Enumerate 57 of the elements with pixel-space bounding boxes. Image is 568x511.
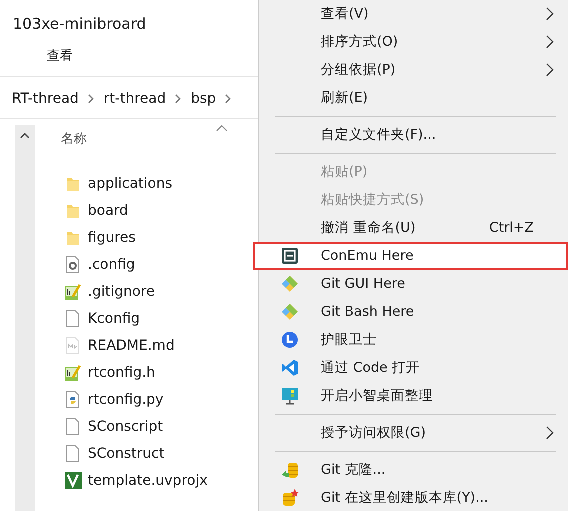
file-name[interactable]: SConscript xyxy=(88,418,164,434)
menu-item[interactable]: 分组依据(P) xyxy=(259,56,568,84)
file-name[interactable]: Kconfig xyxy=(88,310,140,326)
column-header[interactable]: 名称 xyxy=(61,125,87,148)
sort-caret-icon xyxy=(216,125,228,132)
folder-icon xyxy=(66,230,80,246)
file-name[interactable]: rtconfig.h xyxy=(88,364,156,380)
file-name[interactable]: .gitignore xyxy=(88,284,155,300)
menu-item[interactable]: 开启小智桌面整理 xyxy=(259,382,568,410)
menu-item[interactable]: 通过 Code 打开 xyxy=(259,354,568,382)
monitor-icon xyxy=(281,387,299,405)
blank-file-icon xyxy=(66,445,80,462)
coins-icon xyxy=(281,461,299,479)
file-name[interactable]: SConstruct xyxy=(88,446,165,462)
menu-item[interactable]: 授予访问权限(G) xyxy=(259,419,568,447)
ribbon-tab[interactable]: 查看 xyxy=(47,47,73,67)
window-title: 103xe-minibroard xyxy=(12,14,148,35)
blank-file-icon xyxy=(66,310,80,327)
file-name[interactable]: .config xyxy=(88,256,136,272)
breadcrumb-item[interactable]: RT-thread xyxy=(12,91,79,107)
menu-item[interactable]: 排序方式(O) xyxy=(259,28,568,56)
menu-item[interactable]: 自定义文件夹(F)... xyxy=(259,121,568,149)
notepad-file-icon xyxy=(64,282,82,300)
menu-item[interactable]: 刷新(E) xyxy=(259,84,568,112)
menu-item[interactable]: Git GUI Here xyxy=(259,270,568,298)
markdown-file-icon xyxy=(66,337,80,354)
diamond-icon xyxy=(281,303,299,321)
folder-icon xyxy=(66,176,80,192)
notepad-file-icon xyxy=(64,364,82,382)
breadcrumb-item[interactable]: rt-thread xyxy=(104,91,166,107)
scrollbar[interactable] xyxy=(15,125,35,511)
scroll-up-icon[interactable] xyxy=(20,132,30,139)
chevron-icon[interactable] xyxy=(175,94,182,104)
coins-icon xyxy=(281,489,299,507)
file-name[interactable]: applications xyxy=(88,176,173,192)
folder-icon xyxy=(66,202,80,218)
file-name[interactable]: rtconfig.py xyxy=(88,392,164,408)
vscode-icon xyxy=(281,359,299,377)
diamond-icon xyxy=(281,275,299,293)
chevron-icon[interactable] xyxy=(225,94,232,104)
file-name[interactable]: README.md xyxy=(88,338,175,354)
menu-item[interactable]: 撤消 重命名(U) Ctrl+Z xyxy=(259,214,568,242)
terminal-icon xyxy=(281,247,299,265)
blank-file-icon xyxy=(66,418,80,435)
project-file-icon xyxy=(64,472,82,489)
menu-item[interactable]: Git Bash Here xyxy=(259,298,568,326)
file-name[interactable]: figures xyxy=(88,230,136,246)
menu-item[interactable]: 查看(V) xyxy=(259,0,568,28)
file-name[interactable]: template.uvprojx xyxy=(88,472,208,488)
menu-item[interactable]: 护眼卫士 xyxy=(259,326,568,354)
breadcrumb-item[interactable]: bsp xyxy=(191,91,216,107)
chevron-icon[interactable] xyxy=(88,94,95,104)
file-name[interactable]: board xyxy=(88,202,128,218)
menu-item[interactable]: ConEmu Here xyxy=(253,242,568,270)
menu-item[interactable]: Git 在这里创建版本库(Y)... xyxy=(259,484,568,511)
python-file-icon xyxy=(66,391,80,408)
menu-item[interactable]: Git 克隆... xyxy=(259,456,568,484)
